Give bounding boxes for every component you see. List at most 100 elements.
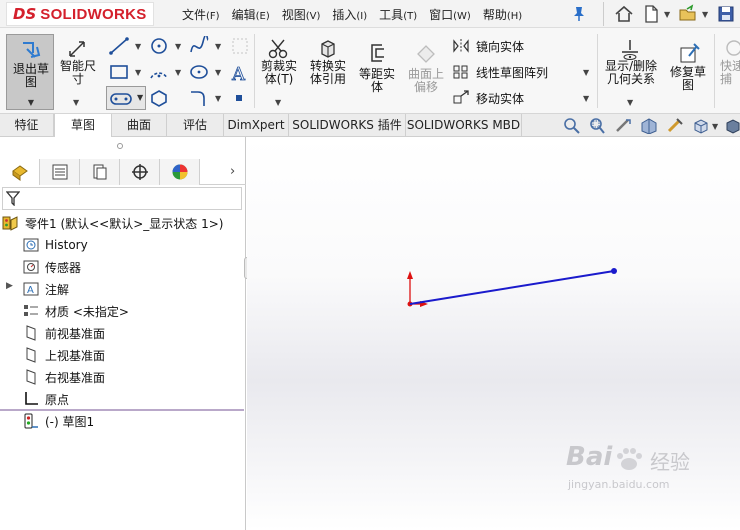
line-tool-icon[interactable] xyxy=(108,36,130,56)
view-orientation-dropdown-icon[interactable]: ▼ xyxy=(712,122,718,131)
annotations-expand-icon[interactable]: ▶ xyxy=(6,281,13,291)
repair-sketch-icon[interactable] xyxy=(677,42,701,64)
quick-snaps-icon[interactable] xyxy=(722,38,740,60)
point-tool-icon[interactable] xyxy=(233,92,245,104)
menu-insert[interactable]: 插入(I) xyxy=(326,6,373,23)
tree-item-right-plane[interactable]: 右视基准面 xyxy=(22,367,105,387)
rectangle-dropdown-icon[interactable]: ▼ xyxy=(135,68,141,77)
zoom-to-area-icon[interactable] xyxy=(588,117,606,134)
tree-item-material[interactable]: 材质 <未指定> xyxy=(22,301,129,321)
sketch-line[interactable] xyxy=(409,270,615,305)
arc-dropdown-icon[interactable]: ▼ xyxy=(175,68,181,77)
circle-tool-icon[interactable] xyxy=(148,36,170,56)
display-relations-icon[interactable] xyxy=(618,38,642,60)
smart-dimension-icon[interactable] xyxy=(66,38,90,60)
tree-item-origin[interactable]: 原点 xyxy=(22,389,69,409)
linear-sketch-pattern-button[interactable]: 线性草图阵列 xyxy=(452,61,548,83)
relations-dropdown-icon[interactable]: ▼ xyxy=(627,98,633,107)
fillet-dropdown-icon[interactable]: ▼ xyxy=(215,94,221,103)
tab-solidworks-addins[interactable]: SOLIDWORKS 插件 xyxy=(289,114,406,137)
slot-tool-button[interactable]: ▼ xyxy=(106,86,146,110)
circle-dropdown-icon[interactable]: ▼ xyxy=(175,42,181,51)
spline-tool-icon[interactable] xyxy=(188,36,210,56)
tree-item-history[interactable]: History xyxy=(22,235,88,255)
mirror-entities-button[interactable]: 镜向实体 xyxy=(452,35,524,57)
move-dropdown-icon[interactable]: ▼ xyxy=(583,94,589,103)
previous-view-icon[interactable] xyxy=(614,117,632,134)
menu-tools[interactable]: 工具(T) xyxy=(373,6,423,23)
feature-manager-panel: › 零件1 (默认<<默认>_显示状态 1>) History 传感器 ▶ A … xyxy=(0,137,246,530)
menu-view[interactable]: 视图(V) xyxy=(276,6,327,23)
tree-item-annotations[interactable]: A 注解 xyxy=(22,279,69,299)
view-orientation-icon[interactable] xyxy=(692,117,710,134)
slot-dropdown-icon[interactable]: ▼ xyxy=(137,93,143,102)
plane-icon xyxy=(26,347,36,363)
dynamic-annotation-icon[interactable] xyxy=(666,117,684,134)
menu-edit[interactable]: 编辑(E) xyxy=(226,6,276,23)
zoom-to-fit-icon[interactable] xyxy=(563,117,581,134)
trim-dropdown-icon[interactable]: ▼ xyxy=(275,98,281,107)
tab-sketch[interactable]: 草图 xyxy=(54,114,112,137)
arc-tool-icon[interactable] xyxy=(148,62,170,82)
tab-dimxpert-manager[interactable] xyxy=(120,159,160,185)
tab-dimxpert[interactable]: DimXpert xyxy=(224,114,289,137)
fillet-tool-icon[interactable] xyxy=(188,88,210,108)
tab-surfaces[interactable]: 曲面 xyxy=(112,114,167,137)
rectangle-tool-icon[interactable] xyxy=(108,62,130,82)
panel-grip-icon[interactable] xyxy=(117,143,123,149)
text-tool-icon[interactable]: A xyxy=(229,62,251,84)
tab-solidworks-mbd[interactable]: SOLIDWORKS MBD xyxy=(406,114,522,137)
home-icon[interactable] xyxy=(614,4,634,24)
tree-item-sensors[interactable]: 传感器 xyxy=(22,257,81,277)
tab-evaluate[interactable]: 评估 xyxy=(167,114,224,137)
panel-tabs-more-icon[interactable]: › xyxy=(230,164,235,179)
convert-entities-icon[interactable] xyxy=(316,38,340,60)
display-style-icon[interactable] xyxy=(724,117,740,134)
polygon-tool-icon[interactable] xyxy=(148,88,170,108)
sketch-line-endpoint[interactable] xyxy=(611,268,617,274)
line-dropdown-icon[interactable]: ▼ xyxy=(135,42,141,51)
repair-sketch-label[interactable]: 修复草图 xyxy=(666,66,710,92)
sketch-point-disabled-icon xyxy=(232,38,248,54)
smart-dimension-dropdown-icon[interactable]: ▼ xyxy=(73,98,79,107)
pin-icon[interactable] xyxy=(572,6,586,22)
menu-help[interactable]: 帮助(H) xyxy=(477,6,528,23)
save-icon[interactable] xyxy=(716,4,736,24)
tree-item-front-plane[interactable]: 前视基准面 xyxy=(22,323,105,343)
tab-configuration-manager[interactable] xyxy=(80,159,120,185)
exit-sketch-dropdown-icon[interactable]: ▼ xyxy=(7,98,55,107)
tree-root-part[interactable]: 零件1 (默认<<默认>_显示状态 1>) xyxy=(2,213,223,233)
offset-entities-icon[interactable] xyxy=(366,42,390,64)
ellipse-dropdown-icon[interactable]: ▼ xyxy=(215,68,221,77)
offset-entities-label[interactable]: 等距实体 xyxy=(355,68,399,94)
open-folder-icon[interactable] xyxy=(678,4,698,24)
menu-window[interactable]: 窗口(W) xyxy=(423,6,477,23)
new-document-icon[interactable] xyxy=(641,4,661,24)
feature-tree-filter[interactable] xyxy=(2,187,242,210)
solidworks-logo[interactable]: DS SOLIDWORKS xyxy=(6,2,154,26)
new-dropdown-icon[interactable]: ▼ xyxy=(664,10,670,19)
exit-sketch-button[interactable]: 退出草图 ▼ xyxy=(6,34,54,110)
display-relations-label[interactable]: 显示/删除 几何关系 xyxy=(601,60,661,86)
trim-entities-icon[interactable] xyxy=(266,38,290,60)
open-dropdown-icon[interactable]: ▼ xyxy=(702,10,708,19)
pattern-dropdown-icon[interactable]: ▼ xyxy=(583,68,589,77)
tab-features[interactable]: 特征 xyxy=(0,114,54,137)
move-entities-button[interactable]: 移动实体 xyxy=(452,87,524,109)
tab-display-manager[interactable] xyxy=(160,159,200,185)
tab-feature-manager[interactable] xyxy=(0,159,40,185)
offset-on-surface-icon xyxy=(417,45,435,63)
tree-item-top-plane[interactable]: 上视基准面 xyxy=(22,345,105,365)
tree-item-sketch1[interactable]: (-) 草图1 xyxy=(22,411,94,431)
dimxpert-manager-icon xyxy=(132,164,148,180)
ellipse-tool-icon[interactable] xyxy=(188,62,210,82)
spline-dropdown-icon[interactable]: ▼ xyxy=(215,42,221,51)
tab-property-manager[interactable] xyxy=(40,159,80,185)
section-view-icon[interactable] xyxy=(640,117,658,134)
smart-dimension-label[interactable]: 智能尺寸 xyxy=(56,60,100,86)
quick-snaps-label[interactable]: 快速捕 xyxy=(720,60,740,86)
tree-item-label: 材质 <未指定> xyxy=(45,304,129,319)
trim-entities-label[interactable]: 剪裁实 体(T) xyxy=(257,60,301,86)
convert-entities-label[interactable]: 转换实 体引用 xyxy=(305,60,351,86)
menu-file[interactable]: 文件(F) xyxy=(176,6,226,23)
